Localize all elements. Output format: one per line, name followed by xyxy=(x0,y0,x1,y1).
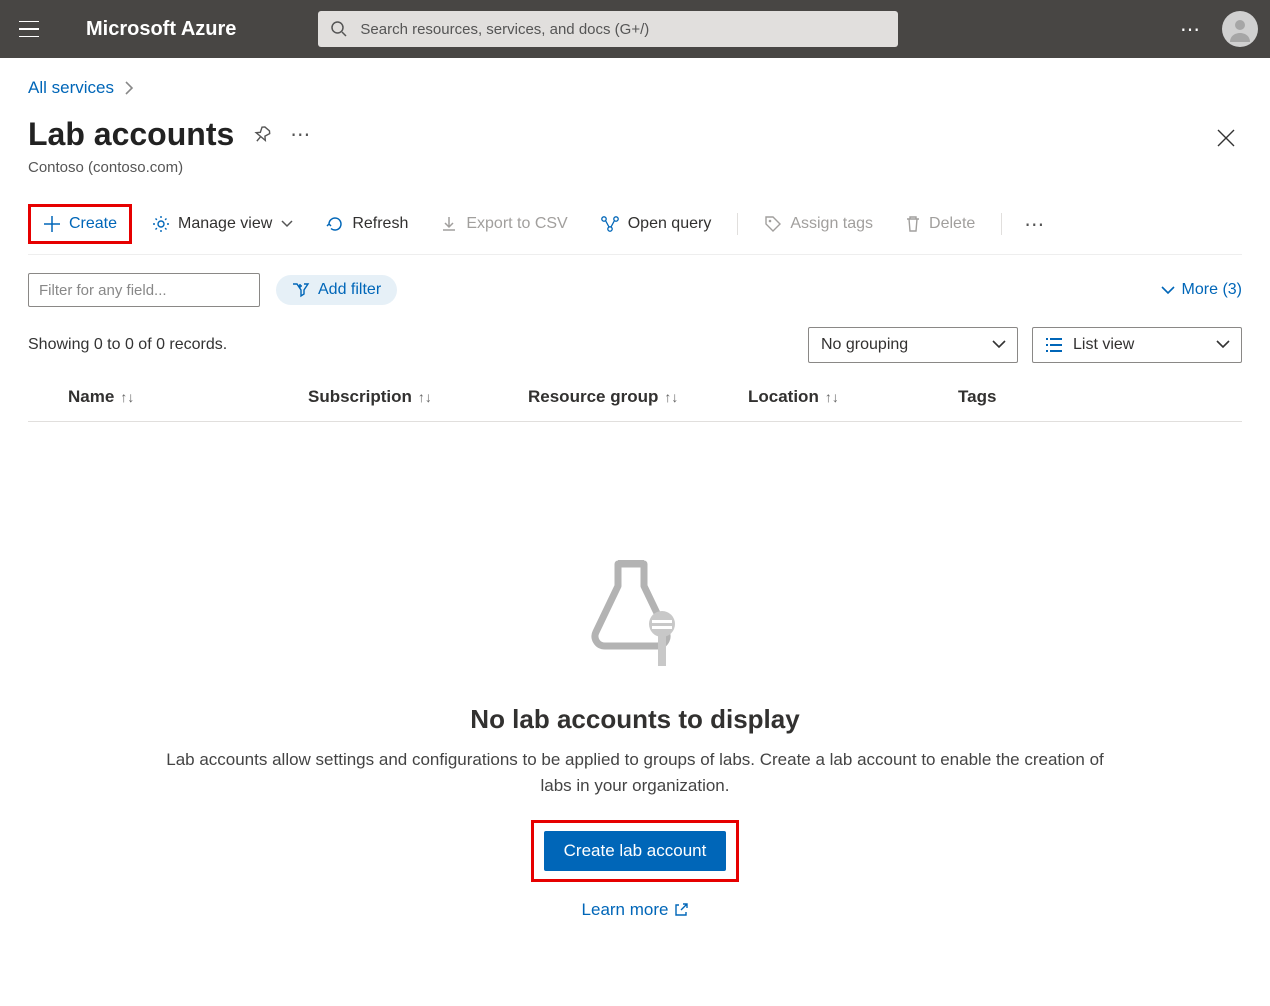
search-input[interactable] xyxy=(318,11,898,47)
brand-label: Microsoft Azure xyxy=(86,18,236,41)
refresh-icon xyxy=(326,215,344,233)
view-mode-value: List view xyxy=(1073,336,1134,354)
learn-more-label: Learn more xyxy=(582,900,669,920)
download-icon xyxy=(440,215,458,233)
empty-title: No lab accounts to display xyxy=(470,704,799,735)
column-tags[interactable]: Tags xyxy=(958,387,1078,407)
delete-button: Delete xyxy=(893,209,987,239)
add-filter-button[interactable]: Add filter xyxy=(276,275,397,305)
trash-icon xyxy=(905,215,921,233)
create-button[interactable]: Create xyxy=(31,209,129,239)
separator xyxy=(1001,213,1002,235)
filter-icon xyxy=(292,282,310,298)
separator xyxy=(737,213,738,235)
open-query-button[interactable]: Open query xyxy=(588,209,724,239)
open-query-label: Open query xyxy=(628,215,712,233)
plus-icon xyxy=(43,215,61,233)
sort-icon: ↑↓ xyxy=(418,389,432,405)
assign-tags-button: Assign tags xyxy=(752,209,885,239)
avatar[interactable] xyxy=(1222,11,1258,47)
page-title: Lab accounts xyxy=(28,116,234,153)
view-mode-select[interactable]: List view xyxy=(1032,327,1242,363)
command-toolbar: Create Manage view Refresh Export to CSV… xyxy=(28,194,1242,255)
column-name[interactable]: Name↑↓ xyxy=(28,387,308,407)
search-icon xyxy=(330,20,348,38)
manage-view-button[interactable]: Manage view xyxy=(140,209,306,239)
more-icon[interactable]: ⋯ xyxy=(1180,17,1202,42)
chevron-right-icon xyxy=(124,80,134,96)
chevron-down-icon xyxy=(991,338,1007,350)
export-csv-button: Export to CSV xyxy=(428,209,579,239)
add-filter-label: Add filter xyxy=(318,281,381,299)
grouping-select[interactable]: No grouping xyxy=(808,327,1018,363)
create-label: Create xyxy=(69,215,117,233)
table-header-row: Name↑↓ Subscription↑↓ Resource group↑↓ L… xyxy=(28,373,1242,422)
delete-label: Delete xyxy=(929,215,975,233)
refresh-label: Refresh xyxy=(352,215,408,233)
directory-subtitle: Contoso (contoso.com) xyxy=(28,159,1242,176)
column-subscription[interactable]: Subscription↑↓ xyxy=(308,387,528,407)
top-navigation-bar: Microsoft Azure ⋯ xyxy=(0,0,1270,58)
more-icon[interactable]: ⋯ xyxy=(290,122,312,147)
sort-icon: ↑↓ xyxy=(825,389,839,405)
column-resource-group[interactable]: Resource group↑↓ xyxy=(528,387,748,407)
empty-state: No lab accounts to display Lab accounts … xyxy=(28,552,1242,920)
refresh-button[interactable]: Refresh xyxy=(314,209,420,239)
menu-icon[interactable] xyxy=(12,12,46,46)
manage-view-label: Manage view xyxy=(178,215,272,233)
toolbar-overflow-icon[interactable]: ⋯ xyxy=(1016,212,1054,237)
breadcrumb: All services xyxy=(28,78,1242,98)
create-lab-account-button[interactable]: Create lab account xyxy=(544,831,727,871)
global-search xyxy=(318,11,898,47)
empty-description: Lab accounts allow settings and configur… xyxy=(160,747,1110,798)
export-csv-label: Export to CSV xyxy=(466,215,567,233)
grouping-value: No grouping xyxy=(821,336,908,354)
sort-icon: ↑↓ xyxy=(120,389,134,405)
assign-tags-label: Assign tags xyxy=(790,215,873,233)
records-status: Showing 0 to 0 of 0 records. xyxy=(28,336,227,354)
query-icon xyxy=(600,215,620,233)
filter-input[interactable] xyxy=(28,273,260,307)
external-link-icon xyxy=(674,903,688,917)
lab-account-illustration-icon xyxy=(570,552,700,682)
close-icon[interactable] xyxy=(1216,128,1236,148)
chevron-down-icon xyxy=(280,219,294,229)
highlight-create-lab: Create lab account xyxy=(531,820,740,882)
column-location[interactable]: Location↑↓ xyxy=(748,387,958,407)
more-filters-link[interactable]: More (3) xyxy=(1160,281,1242,299)
tag-icon xyxy=(764,215,782,233)
chevron-down-icon xyxy=(1215,338,1231,350)
learn-more-link[interactable]: Learn more xyxy=(582,900,689,920)
sort-icon: ↑↓ xyxy=(664,389,678,405)
list-icon xyxy=(1045,338,1063,352)
highlight-create: Create xyxy=(28,204,132,244)
more-filters-label: More (3) xyxy=(1182,281,1242,299)
gear-icon xyxy=(152,215,170,233)
pin-icon[interactable] xyxy=(252,125,272,145)
chevron-down-icon xyxy=(1160,284,1176,296)
breadcrumb-all-services[interactable]: All services xyxy=(28,78,114,98)
